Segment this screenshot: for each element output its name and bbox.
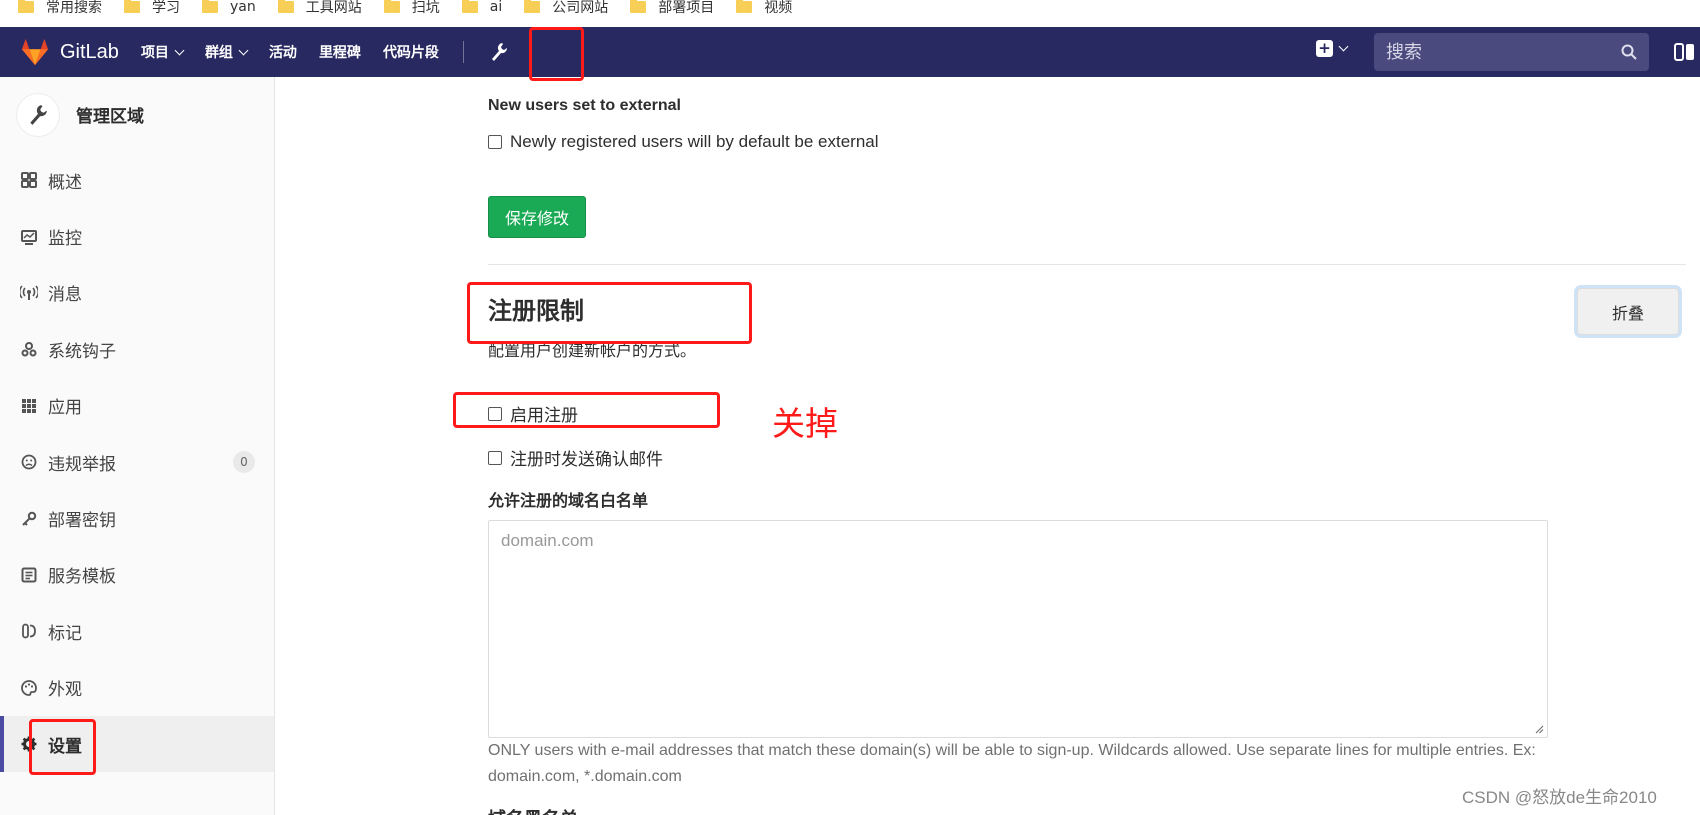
sidebar-item-system-hooks[interactable]: 系统钩子 [0,321,274,377]
bookmark-item[interactable]: ai [461,0,502,20]
nav-groups[interactable]: 群组 [205,42,249,62]
annotation-box-admin [529,27,584,81]
bookmark-item[interactable]: 扫坑 [383,0,440,20]
plus-square-icon: + [1316,40,1333,57]
chevron-down-icon [1338,41,1349,52]
section-divider [488,264,1686,265]
external-users-checkbox-row[interactable]: Newly registered users will by default b… [488,132,879,152]
folder-icon [524,0,541,13]
annotation-box-section [467,282,752,344]
chevron-down-icon [238,45,249,55]
sidebar-title: 管理区域 [76,107,144,127]
overview-icon [20,171,38,189]
next-section-heading: 域名黑名单 [488,803,608,815]
bookmark-item[interactable]: 常用搜索 [18,0,102,20]
collapse-button[interactable]: 折叠 [1577,288,1679,335]
monitor-icon [20,228,38,246]
search-input[interactable] [1374,33,1649,71]
bookmark-item[interactable]: 工具网站 [277,0,362,20]
sidebar-header[interactable]: 管理区域 [0,77,274,152]
new-dropdown-button[interactable]: + [1316,40,1349,57]
annotation-box-settings [29,719,96,775]
palette-icon [20,679,38,697]
bookmark-item[interactable]: 部署项目 [630,0,714,20]
send-confirmation-checkbox[interactable] [488,450,502,465]
folder-icon [124,0,140,13]
bookmark-item[interactable]: 视频 [736,0,792,20]
chevron-down-icon [174,45,185,55]
top-navbar: GitLab 项目 群组 活动 里程碑 代码片段 + [0,27,1700,77]
folder-icon [383,0,400,13]
send-confirmation-row[interactable]: 注册时发送确认邮件 [488,445,663,470]
folder-icon [630,0,647,13]
gitlab-logo[interactable]: GitLab [20,38,119,66]
key-icon [20,510,38,528]
external-users-checkbox[interactable] [488,135,502,149]
nav-activity[interactable]: 活动 [269,42,297,62]
sidebar-item-monitoring[interactable]: 监控 [0,208,274,264]
admin-area-button[interactable] [490,42,508,62]
sidebar-item-messages[interactable]: 消息 [0,265,274,321]
sidebar-toggle-icon[interactable] [1674,43,1694,61]
admin-avatar [16,92,60,137]
folder-icon [18,0,34,13]
annotation-box-enable-signup [453,392,720,428]
sidebar-item-labels[interactable]: 标记 [0,603,274,659]
count-badge: 0 [233,451,255,474]
search-icon [1621,44,1637,60]
hook-icon [20,340,38,358]
wrench-icon [30,104,47,125]
folder-icon [202,0,218,13]
wrench-icon [491,43,507,61]
template-icon [20,566,38,584]
bookmarks-bar: 常用搜索 学习 yan 工具网站 扫坑 ai 公司网站 部署项目 视频 [0,0,1700,27]
sidebar-item-abuse-reports[interactable]: 违规举报 0 [0,434,274,490]
resize-handle-icon[interactable] [1534,724,1544,734]
bookmark-item[interactable]: yan [202,0,256,20]
bookmark-item[interactable]: 公司网站 [524,0,608,20]
watermark: CSDN @怒放de生命2010 [1462,788,1657,807]
save-changes-button[interactable]: 保存修改 [488,196,586,238]
whitelist-help-text: ONLY users with e-mail addresses that ma… [488,742,1536,785]
labels-icon [20,622,38,640]
folder-icon [277,0,294,13]
gitlab-fox-icon [21,38,49,66]
folder-icon [461,0,478,13]
apps-icon [20,397,38,415]
nav-divider [462,41,464,63]
bookmark-item[interactable]: 学习 [124,0,180,20]
sidebar-item-service-templates[interactable]: 服务模板 [0,547,274,603]
abuse-icon [20,453,38,471]
annotation-note: 关掉 [772,404,838,443]
textarea-placeholder: domain.com [501,531,594,550]
sidebar-item-applications[interactable]: 应用 [0,378,274,434]
domain-whitelist-textarea[interactable]: domain.com [488,520,1548,738]
sidebar-item-appearance[interactable]: 外观 [0,660,274,716]
admin-sidebar: 管理区域 概述 监控 消息 系统钩子 应用 违规举报 0 部署密钥 服务模板 标… [0,77,275,815]
whitelist-label: 允许注册的域名白名单 [488,493,649,510]
nav-snippets[interactable]: 代码片段 [383,42,439,62]
nav-milestones[interactable]: 里程碑 [319,42,361,62]
nav-projects[interactable]: 项目 [141,42,185,62]
brand-name: GitLab [60,40,119,63]
folder-icon [736,0,753,13]
sidebar-item-overview[interactable]: 概述 [0,152,274,208]
sidebar-item-deploy-keys[interactable]: 部署密钥 [0,490,274,546]
external-users-title: New users set to external [488,97,681,114]
broadcast-icon [20,284,38,302]
